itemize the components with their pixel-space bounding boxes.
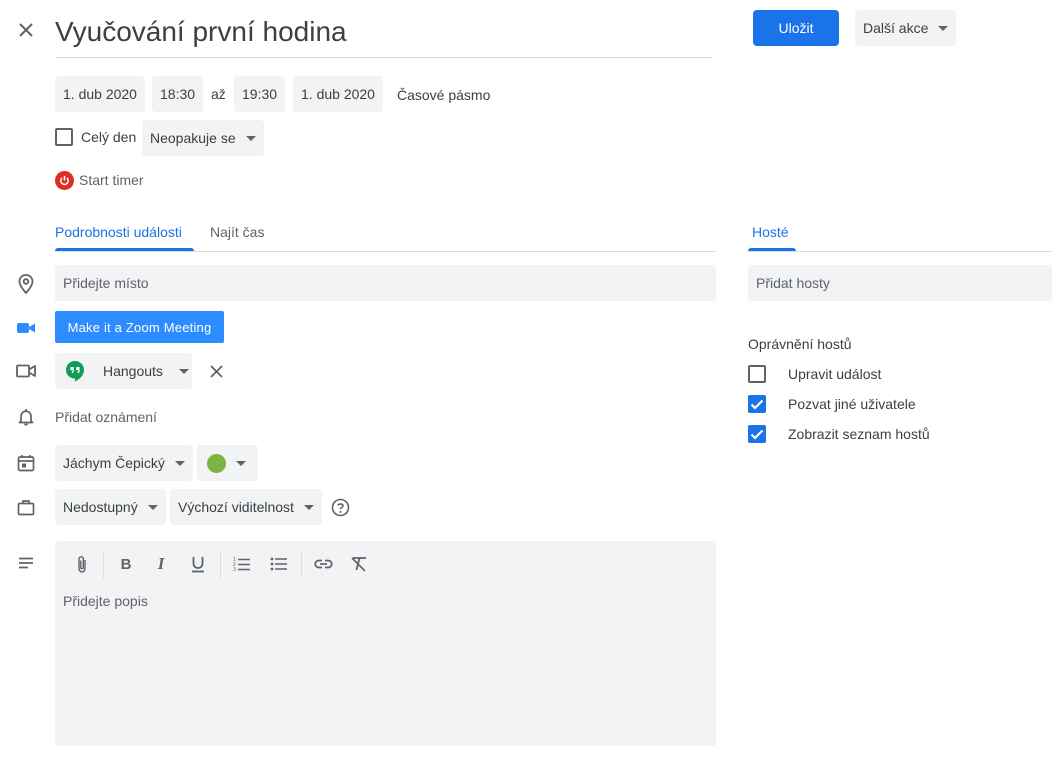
save-button[interactable]: Uložit bbox=[753, 10, 839, 46]
recurrence-value: Neopakuje se bbox=[150, 130, 236, 146]
underline-icon[interactable] bbox=[186, 552, 210, 576]
location-input[interactable]: Přidejte místo bbox=[55, 265, 716, 301]
chevron-down-icon bbox=[147, 504, 158, 510]
check-icon bbox=[750, 399, 764, 410]
italic-icon[interactable]: I bbox=[149, 552, 173, 576]
more-actions-label: Další akce bbox=[863, 20, 929, 36]
check-icon bbox=[750, 429, 764, 440]
event-color-select[interactable] bbox=[197, 445, 258, 481]
numbered-list-icon[interactable]: 123 bbox=[230, 552, 254, 576]
availability-select[interactable]: Nedostupný bbox=[55, 489, 166, 525]
start-timer-button[interactable]: Start timer bbox=[55, 170, 144, 190]
chevron-down-icon bbox=[938, 25, 949, 31]
more-actions-button[interactable]: Další akce bbox=[855, 10, 957, 46]
tab-event-details-label: Podrobnosti události bbox=[55, 224, 182, 240]
visibility-select[interactable]: Výchozí viditelnost bbox=[170, 489, 322, 525]
zoom-meeting-label: Make it a Zoom Meeting bbox=[67, 319, 212, 335]
permission-modify-checkbox[interactable] bbox=[748, 365, 766, 383]
clear-format-icon[interactable] bbox=[347, 552, 371, 576]
event-color-swatch bbox=[207, 453, 226, 473]
location-pin-icon bbox=[14, 272, 38, 296]
tabs-divider bbox=[55, 251, 716, 252]
all-day-checkbox[interactable] bbox=[55, 128, 73, 146]
zoom-meeting-button[interactable]: Make it a Zoom Meeting bbox=[55, 311, 224, 343]
permission-see-list-label: Zobrazit seznam hostů bbox=[788, 426, 930, 442]
remove-conference-icon[interactable] bbox=[204, 359, 228, 383]
permission-invite-checkbox[interactable] bbox=[748, 395, 766, 413]
chevron-down-icon bbox=[178, 368, 189, 374]
event-title-text: Vyučování první hodina bbox=[55, 16, 347, 47]
attach-icon[interactable] bbox=[70, 552, 94, 576]
bold-icon[interactable]: B bbox=[114, 552, 138, 576]
event-title-input[interactable]: Vyučování první hodina bbox=[55, 14, 713, 58]
toolbar-divider bbox=[301, 552, 302, 578]
visibility-value: Výchozí viditelnost bbox=[178, 499, 294, 515]
hangouts-icon bbox=[65, 360, 85, 382]
timezone-link[interactable]: Časové pásmo bbox=[397, 87, 490, 103]
help-icon[interactable] bbox=[329, 496, 351, 518]
add-guests-input[interactable]: Přidat hosty bbox=[748, 265, 1052, 301]
description-lines-icon bbox=[14, 551, 38, 575]
bulleted-list-icon[interactable] bbox=[267, 552, 291, 576]
conference-value: Hangouts bbox=[103, 363, 163, 379]
zoom-camera-icon bbox=[14, 316, 38, 340]
chevron-down-icon bbox=[174, 460, 185, 466]
guests-divider bbox=[748, 251, 1052, 252]
calendar-icon bbox=[14, 451, 38, 475]
permission-invite-label: Pozvat jiné uživatele bbox=[788, 396, 916, 412]
chevron-down-icon bbox=[245, 135, 256, 141]
conference-select[interactable]: Hangouts bbox=[55, 353, 192, 389]
svg-text:3: 3 bbox=[233, 567, 236, 572]
start-time-value: 18:30 bbox=[160, 86, 196, 102]
to-label: až bbox=[211, 86, 226, 102]
tab-find-time[interactable]: Najít čas bbox=[210, 224, 264, 252]
power-icon bbox=[55, 170, 74, 190]
briefcase-icon bbox=[14, 495, 38, 519]
availability-value: Nedostupný bbox=[63, 499, 138, 515]
all-day-label: Celý den bbox=[81, 129, 137, 145]
end-date-field[interactable]: 1. dub 2020 bbox=[293, 76, 383, 112]
save-button-label: Uložit bbox=[778, 20, 814, 36]
close-icon[interactable] bbox=[14, 18, 38, 42]
guest-permissions-title: Oprávnění hostů bbox=[748, 336, 852, 352]
link-icon[interactable] bbox=[311, 552, 335, 576]
recurrence-select[interactable]: Neopakuje se bbox=[142, 120, 264, 156]
calendar-owner-value: Jáchym Čepický bbox=[63, 455, 165, 471]
toolbar-divider bbox=[220, 552, 221, 578]
description-placeholder: Přidejte popis bbox=[63, 593, 148, 609]
chevron-down-icon bbox=[236, 460, 246, 466]
tab-find-time-label: Najít čas bbox=[210, 224, 265, 240]
end-date-value: 1. dub 2020 bbox=[301, 86, 375, 102]
start-time-field[interactable]: 18:30 bbox=[152, 76, 204, 112]
add-guests-placeholder: Přidat hosty bbox=[756, 275, 830, 291]
toolbar-divider bbox=[103, 552, 104, 578]
video-camera-icon bbox=[14, 359, 38, 383]
add-notification-link[interactable]: Přidat oznámení bbox=[55, 409, 157, 425]
location-placeholder: Přidejte místo bbox=[63, 275, 149, 291]
chevron-down-icon bbox=[303, 504, 314, 510]
bell-icon bbox=[14, 405, 38, 429]
tab-guests-label: Hosté bbox=[752, 224, 789, 240]
start-date-value: 1. dub 2020 bbox=[63, 86, 137, 102]
start-timer-label: Start timer bbox=[79, 172, 144, 188]
end-time-value: 19:30 bbox=[242, 86, 278, 102]
permission-see-list-checkbox[interactable] bbox=[748, 425, 766, 443]
calendar-owner-select[interactable]: Jáchym Čepický bbox=[55, 445, 193, 481]
end-time-field[interactable]: 19:30 bbox=[234, 76, 286, 112]
start-date-field[interactable]: 1. dub 2020 bbox=[55, 76, 145, 112]
permission-modify-label: Upravit událost bbox=[788, 366, 882, 382]
